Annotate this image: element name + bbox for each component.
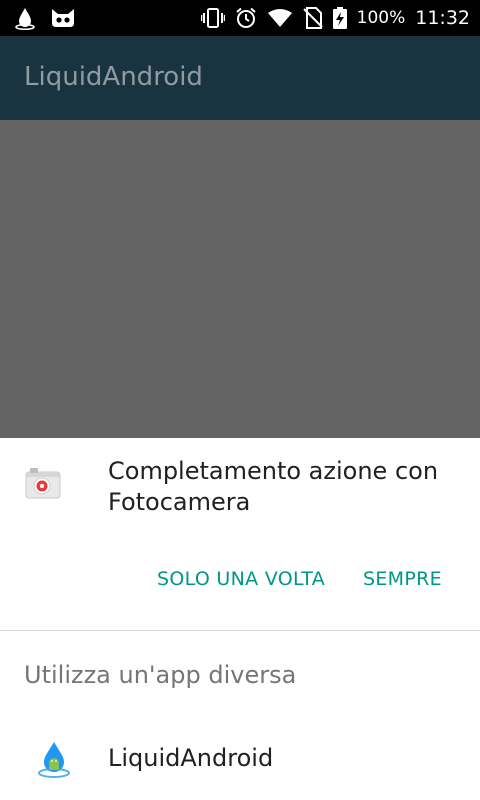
- dialog-scrim[interactable]: [0, 120, 480, 438]
- intent-chooser-sheet: Completamento azione con Fotocamera SOLO…: [0, 438, 480, 800]
- liquid-drop-icon: [14, 6, 36, 30]
- app-option-liquidandroid[interactable]: LiquidAndroid: [0, 724, 480, 794]
- status-bar: 100% 11:32: [0, 0, 480, 36]
- vibrate-icon: [200, 7, 225, 29]
- default-app-title: Completamento azione con Fotocamera: [108, 457, 439, 516]
- app-bar-title: LiquidAndroid: [24, 62, 203, 92]
- camera-app-icon: [24, 466, 62, 500]
- just-once-button[interactable]: SOLO UNA VOLTA: [157, 568, 325, 598]
- clock: 11:32: [415, 7, 470, 29]
- no-sim-icon: [302, 7, 323, 29]
- battery-charging-icon: [332, 7, 347, 29]
- alarm-icon: [235, 7, 257, 29]
- wifi-icon: [267, 8, 293, 28]
- default-app-row: Completamento azione con Fotocamera: [0, 438, 480, 538]
- app-bar: LiquidAndroid: [0, 36, 480, 120]
- cat-icon: [50, 7, 76, 29]
- other-apps-heading: Utilizza un'app diversa: [24, 661, 297, 689]
- battery-percent: 100%: [356, 8, 406, 28]
- divider: [0, 630, 480, 631]
- liquid-android-app-icon: [36, 740, 72, 780]
- app-label: LiquidAndroid: [108, 744, 274, 772]
- always-button[interactable]: SEMPRE: [363, 568, 442, 598]
